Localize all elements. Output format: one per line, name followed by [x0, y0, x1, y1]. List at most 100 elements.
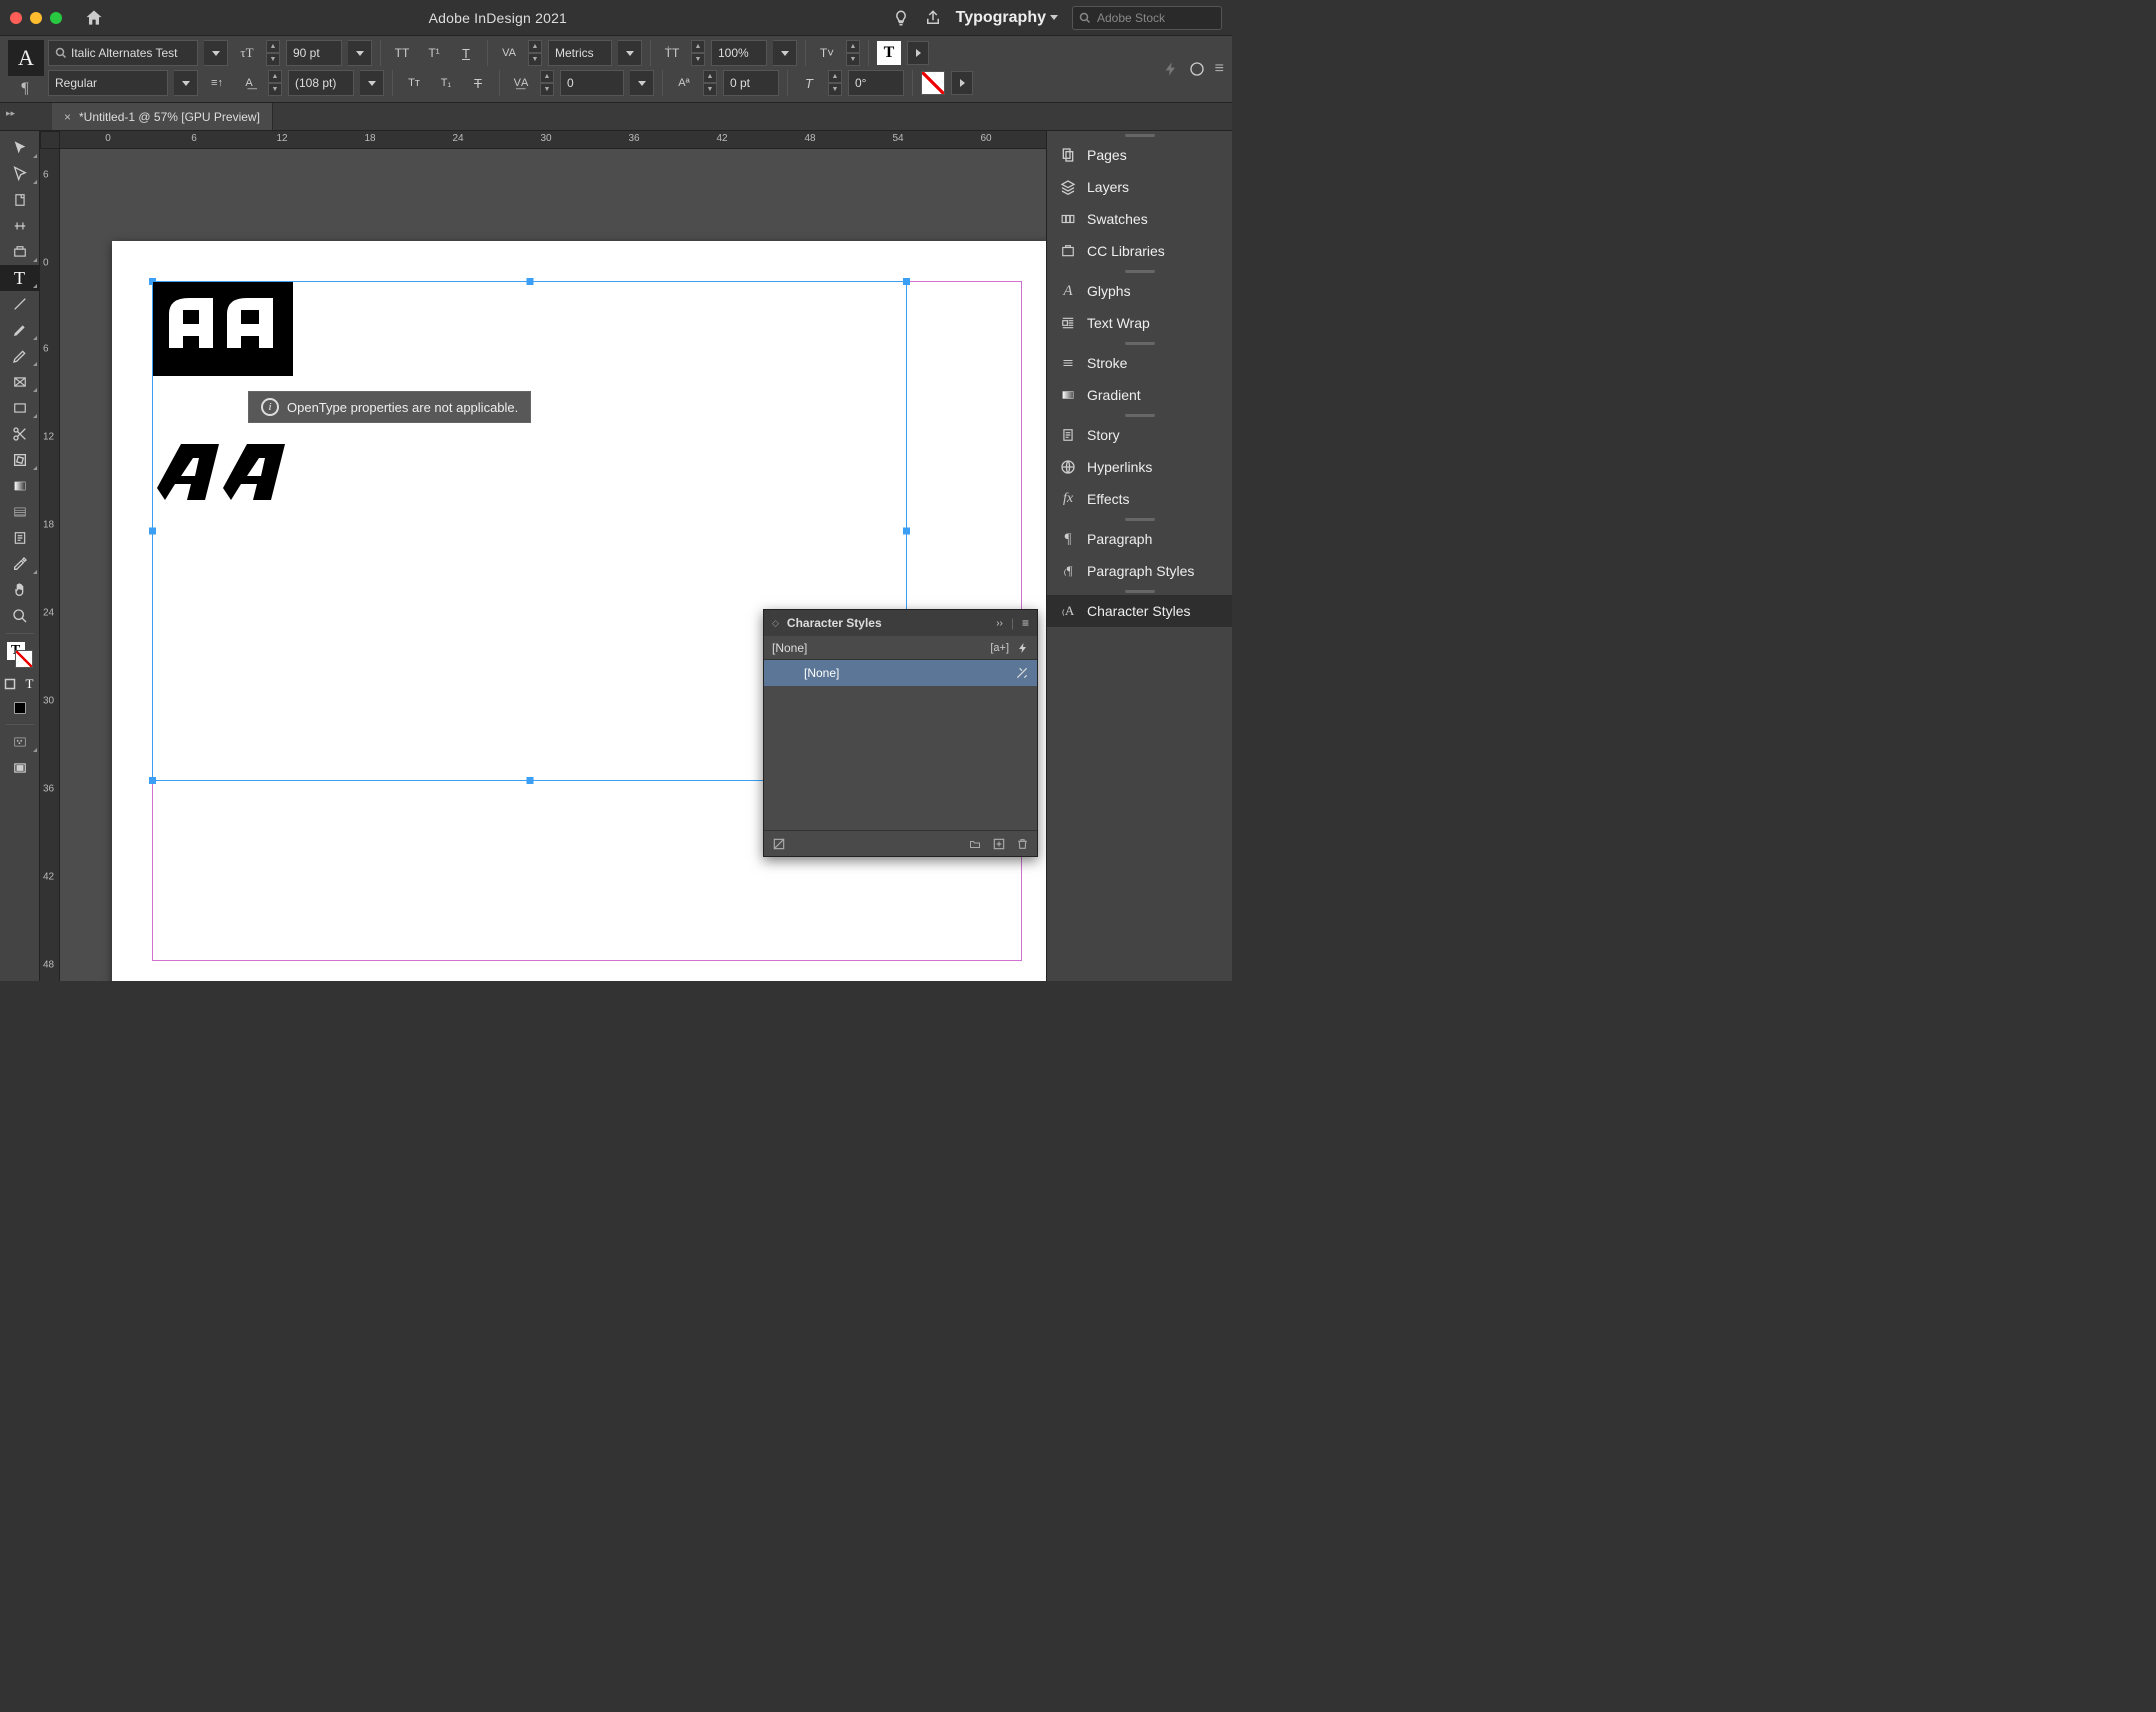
panel-gradient[interactable]: Gradient — [1047, 379, 1232, 411]
subscript-button[interactable]: T₁ — [433, 70, 459, 96]
frame-handle[interactable] — [526, 777, 533, 784]
panel-grip-icon[interactable]: ◇ — [772, 618, 779, 629]
stroke-color-swatch[interactable] — [921, 71, 945, 95]
leading-dropdown[interactable] — [360, 70, 384, 96]
styles-list[interactable]: [None] — [764, 660, 1037, 830]
adobe-stock-search[interactable]: Adobe Stock — [1072, 6, 1222, 30]
quick-apply-icon[interactable] — [1163, 59, 1179, 79]
leading-input[interactable]: (108 pt) — [288, 70, 354, 96]
gradient-swatch-tool[interactable] — [0, 473, 40, 499]
selected-text-aa[interactable] — [153, 282, 293, 376]
allcaps-button[interactable]: TT — [389, 40, 415, 66]
vertical-ruler[interactable]: 6 0 6 12 18 24 30 36 42 48 — [40, 149, 60, 981]
vscale-stepper[interactable]: ▲▼ — [691, 40, 705, 66]
close-tab-icon[interactable]: × — [64, 110, 71, 124]
horizontal-ruler[interactable]: 0 6 12 18 24 30 36 42 48 54 60 — [60, 131, 1046, 149]
panel-menu-icon[interactable]: ≡ — [1022, 616, 1029, 630]
format-text-icon[interactable]: T — [20, 672, 40, 696]
dock-grip[interactable] — [1047, 267, 1232, 275]
font-family-dropdown[interactable] — [204, 40, 228, 66]
rectangle-frame-tool[interactable] — [0, 369, 40, 395]
format-container-text-toggle[interactable]: T — [0, 672, 40, 696]
eyedropper-tool[interactable] — [0, 551, 40, 577]
font-style-dropdown[interactable] — [174, 70, 198, 96]
format-container-icon[interactable] — [0, 672, 20, 696]
control-panel-menu-icon[interactable] — [1189, 61, 1205, 77]
font-size-input[interactable]: 90 pt — [286, 40, 342, 66]
font-style-select[interactable]: Regular — [48, 70, 168, 96]
dock-grip[interactable] — [1047, 131, 1232, 139]
frame-handle[interactable] — [903, 528, 910, 535]
screen-mode-toggle[interactable] — [0, 755, 40, 781]
panel-paragraph[interactable]: ¶Paragraph — [1047, 523, 1232, 555]
style-item-none[interactable]: [None] — [764, 660, 1037, 686]
vscale-input[interactable]: 100% — [711, 40, 767, 66]
zoom-window-button[interactable] — [50, 12, 62, 24]
hand-tool[interactable] — [0, 577, 40, 603]
delete-style-icon[interactable] — [1016, 837, 1029, 851]
scissors-tool[interactable] — [0, 421, 40, 447]
frame-handle[interactable] — [149, 528, 156, 535]
free-transform-tool[interactable] — [0, 447, 40, 473]
canvas-area[interactable]: 0 6 12 18 24 30 36 42 48 54 60 6 0 6 12 … — [40, 131, 1046, 981]
kerning-input[interactable]: Metrics — [548, 40, 612, 66]
frame-handle[interactable] — [903, 278, 910, 285]
ruler-origin[interactable] — [40, 131, 60, 149]
dock-grip[interactable] — [1047, 411, 1232, 419]
vscale-dropdown[interactable] — [773, 40, 797, 66]
smallcaps-button[interactable]: Tᴛ — [401, 70, 427, 96]
expand-panels-icon[interactable]: ▸▸ — [6, 108, 15, 119]
quick-apply-icon[interactable] — [1017, 641, 1029, 655]
frame-handle[interactable] — [526, 278, 533, 285]
character-formatting-mode[interactable]: A — [8, 40, 44, 76]
panel-paragraph-styles[interactable]: ₍¶Paragraph Styles — [1047, 555, 1232, 587]
dock-grip[interactable] — [1047, 587, 1232, 595]
pencil-tool[interactable] — [0, 343, 40, 369]
panel-header[interactable]: ◇ Character Styles ›› | ≡ — [764, 610, 1037, 636]
line-tool[interactable] — [0, 291, 40, 317]
share-icon[interactable] — [924, 9, 942, 27]
panel-cc-libraries[interactable]: CC Libraries — [1047, 235, 1232, 267]
pen-tool[interactable] — [0, 317, 40, 343]
panel-story[interactable]: Story — [1047, 419, 1232, 451]
skew-stepper[interactable]: ▲▼ — [828, 70, 842, 96]
skew-input[interactable]: 0° — [848, 70, 904, 96]
strikethrough-button[interactable]: T — [465, 70, 491, 96]
note-tool[interactable] — [0, 525, 40, 551]
content-collector-tool[interactable] — [0, 239, 40, 265]
panel-character-styles[interactable]: ₍ACharacter Styles — [1047, 595, 1232, 627]
leading-inc-icon[interactable]: ≡↑ — [204, 70, 230, 96]
panel-layers[interactable]: Layers — [1047, 171, 1232, 203]
dock-grip[interactable] — [1047, 515, 1232, 523]
fill-stroke-proxy[interactable]: T — [0, 638, 40, 672]
panel-effects[interactable]: fxEffects — [1047, 483, 1232, 515]
character-styles-panel[interactable]: ◇ Character Styles ›› | ≡ [None] [a+] [N… — [763, 609, 1038, 857]
kerning-stepper[interactable]: ▲▼ — [528, 40, 542, 66]
frame-handle[interactable] — [149, 777, 156, 784]
view-mode-toggle[interactable] — [0, 729, 40, 755]
panel-glyphs[interactable]: AGlyphs — [1047, 275, 1232, 307]
stroke-more-button[interactable] — [951, 71, 973, 95]
minimize-window-button[interactable] — [30, 12, 42, 24]
leading-stepper[interactable]: ▲▼ — [268, 70, 282, 96]
fill-color-swatch[interactable]: T — [877, 41, 901, 65]
selection-tool[interactable] — [0, 135, 40, 161]
panel-text-wrap[interactable]: Text Wrap — [1047, 307, 1232, 339]
fill-more-button[interactable] — [907, 41, 929, 65]
gap-tool[interactable] — [0, 213, 40, 239]
font-family-select[interactable]: Italic Alternates Test — [48, 40, 198, 66]
collapse-panel-icon[interactable]: ›› — [996, 618, 1003, 629]
tracking-input[interactable]: 0 — [560, 70, 624, 96]
direct-selection-tool[interactable] — [0, 161, 40, 187]
panel-stroke[interactable]: Stroke — [1047, 347, 1232, 379]
dock-grip[interactable] — [1047, 339, 1232, 347]
text-aa-italic[interactable] — [157, 440, 287, 508]
close-window-button[interactable] — [10, 12, 22, 24]
rectangle-tool[interactable] — [0, 395, 40, 421]
superscript-button[interactable]: T¹ — [421, 40, 447, 66]
kerning-dropdown[interactable] — [618, 40, 642, 66]
document-tab[interactable]: × *Untitled-1 @ 57% [GPU Preview] — [52, 103, 273, 130]
new-style-icon[interactable] — [992, 837, 1006, 851]
home-button[interactable] — [84, 8, 104, 28]
style-override-icon[interactable] — [772, 837, 786, 851]
